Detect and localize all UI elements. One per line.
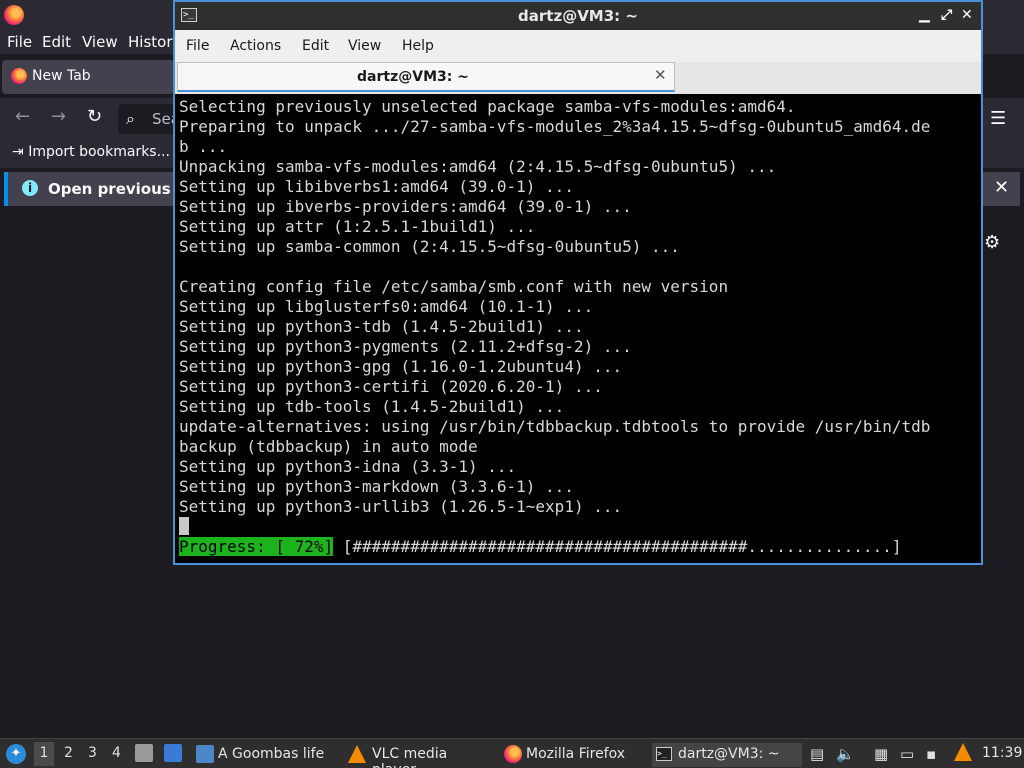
notes-icon[interactable]: ▦ xyxy=(874,745,888,763)
terminal-line: Setting up python3-certifi (2020.6.20-1)… xyxy=(179,377,603,396)
workspace-4[interactable]: 4 xyxy=(112,745,121,761)
import-bookmarks-button[interactable]: ⇥ Import bookmarks... xyxy=(12,144,170,160)
terminal-line: Setting up python3-tdb (1.4.5-2build1) .… xyxy=(179,317,584,336)
workspace-3[interactable]: 3 xyxy=(88,745,97,761)
firefox-tab-new-tab[interactable]: New Tab xyxy=(2,60,174,94)
vlc-icon xyxy=(348,745,366,763)
terminal-line: Setting up python3-urllib3 (1.26.5-1~exp… xyxy=(179,497,623,516)
term-menu-actions[interactable]: Actions xyxy=(230,38,281,54)
terminal-line: Setting up attr (1:2.5.1-1build1) ... xyxy=(179,217,536,236)
back-arrow-icon[interactable]: ← xyxy=(15,106,30,127)
taskbar-item-folder[interactable]: A Goombas life xyxy=(194,743,340,767)
terminal-line: Setting up samba-common (2:4.15.5~dfsg-0… xyxy=(179,237,680,256)
taskbar-item-label: A Goombas life xyxy=(218,746,325,762)
forward-arrow-icon[interactable]: → xyxy=(51,106,66,127)
firefox-icon xyxy=(504,745,522,763)
notification-text: Open previous ta xyxy=(48,180,194,198)
terminal-line: Setting up tdb-tools (1.4.5-2build1) ... xyxy=(179,397,565,416)
import-bookmarks-label: Import bookmarks... xyxy=(28,144,170,160)
taskbar-item-terminal[interactable]: >_ dartz@VM3: ~ xyxy=(652,743,802,767)
terminal-window: >_ dartz@VM3: ~ ▁ ⤢ ✕ File Actions Edit … xyxy=(173,0,983,565)
firefox-url-bar[interactable]: ⌕ Sea xyxy=(118,104,180,134)
folder-icon xyxy=(196,745,214,763)
terminal-line: backup (tdbbackup) in auto mode xyxy=(179,437,478,456)
start-menu-icon[interactable]: ✦ xyxy=(6,744,26,764)
terminal-line: update-alternatives: using /usr/bin/tdbb… xyxy=(179,417,931,436)
show-desktop-icon[interactable] xyxy=(164,744,182,762)
taskbar-item-firefox[interactable]: Mozilla Firefox xyxy=(502,743,648,767)
term-menu-help[interactable]: Help xyxy=(402,38,434,54)
terminal-line: Setting up python3-pygments (2.11.2+dfsg… xyxy=(179,337,632,356)
info-icon: i xyxy=(22,180,38,196)
file-manager-icon[interactable] xyxy=(135,744,153,762)
workspace-2[interactable]: 2 xyxy=(64,745,73,761)
taskbar-item-vlc[interactable]: VLC media player xyxy=(348,743,494,768)
firefox-tab-label: New Tab xyxy=(32,68,91,84)
taskbar: ✦ 1 2 3 4 A Goombas life VLC media playe… xyxy=(0,738,1024,768)
terminal-line: Setting up libglusterfs0:amd64 (10.1-1) … xyxy=(179,297,594,316)
hamburger-menu-icon[interactable]: ☰ xyxy=(990,108,1006,129)
taskbar-item-label: Mozilla Firefox xyxy=(526,746,626,762)
network-icon[interactable]: ▭ xyxy=(900,745,914,763)
term-menu-view[interactable]: View xyxy=(348,38,381,54)
terminal-cursor xyxy=(179,517,189,535)
terminal-line: Setting up libibverbs1:amd64 (39.0-1) ..… xyxy=(179,177,574,196)
vlc-tray-icon[interactable] xyxy=(954,743,972,761)
terminal-tabbar: dartz@VM3: ~ ✕ xyxy=(175,62,981,94)
terminal-line: b ... xyxy=(179,137,228,156)
workspace-1[interactable]: 1 xyxy=(34,742,54,766)
firefox-tab-icon xyxy=(11,68,27,84)
clock[interactable]: 11:39 xyxy=(982,745,1022,761)
terminal-output[interactable]: Selecting previously unselected package … xyxy=(175,94,981,563)
tab-close-icon[interactable]: ✕ xyxy=(654,66,667,84)
ff-menu-view[interactable]: View xyxy=(82,33,118,51)
clipboard-icon[interactable]: ▤ xyxy=(810,745,824,763)
terminal-line: Setting up python3-gpg (1.16.0-1.2ubuntu… xyxy=(179,357,623,376)
terminal-titlebar[interactable]: >_ dartz@VM3: ~ ▁ ⤢ ✕ xyxy=(175,2,981,30)
term-menu-file[interactable]: File xyxy=(186,38,209,54)
taskbar-item-label: dartz@VM3: ~ xyxy=(678,746,780,762)
progress-label: Progress: [ 72%] xyxy=(179,537,334,556)
taskbar-item-label: VLC media player xyxy=(372,746,448,768)
firefox-logo-icon xyxy=(4,5,24,25)
terminal-tab[interactable]: dartz@VM3: ~ ✕ xyxy=(177,62,675,92)
terminal-line: Setting up python3-idna (3.3-1) ... xyxy=(179,457,517,476)
terminal-window-title: dartz@VM3: ~ xyxy=(518,7,638,25)
reload-icon[interactable]: ↻ xyxy=(87,106,102,127)
terminal-line: Setting up python3-markdown (3.3.6-1) ..… xyxy=(179,477,574,496)
terminal-line: Creating config file /etc/samba/smb.conf… xyxy=(179,277,729,296)
volume-icon[interactable]: 🔈 xyxy=(836,745,855,763)
maximize-icon[interactable]: ⤢ xyxy=(941,7,952,23)
ff-menu-file[interactable]: File xyxy=(7,33,32,51)
terminal-tab-label: dartz@VM3: ~ xyxy=(357,69,469,85)
ff-menu-edit[interactable]: Edit xyxy=(42,33,71,51)
close-icon[interactable]: ✕ xyxy=(961,7,973,23)
terminal-line: Preparing to unpack .../27-samba-vfs-mod… xyxy=(179,117,931,136)
terminal-line: Selecting previously unselected package … xyxy=(179,97,796,116)
term-menu-edit[interactable]: Edit xyxy=(302,38,329,54)
minimize-icon[interactable]: ▁ xyxy=(919,7,930,23)
apt-progress: Progress: [ 72%] [######################… xyxy=(179,537,901,557)
terminal-line: Unpacking samba-vfs-modules:amd64 (2:4.1… xyxy=(179,157,777,176)
terminal-icon: >_ xyxy=(656,747,672,761)
search-icon: ⌕ xyxy=(126,109,135,128)
notification-close-icon[interactable]: ✕ xyxy=(994,177,1009,198)
gear-icon[interactable]: ⚙ xyxy=(984,232,1000,253)
update-notifier-icon[interactable]: ▪ xyxy=(926,745,936,763)
progress-bar: [#######################################… xyxy=(333,537,902,556)
terminal-menubar: File Actions Edit View Help xyxy=(175,30,981,62)
terminal-line: Setting up ibverbs-providers:amd64 (39.0… xyxy=(179,197,632,216)
